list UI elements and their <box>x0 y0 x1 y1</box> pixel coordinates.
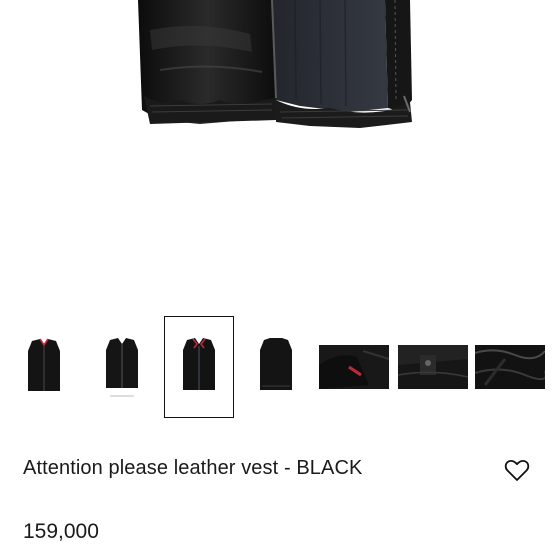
vest-front-thumbnail <box>28 338 60 391</box>
vest-back-thumbnail <box>260 338 292 390</box>
vest-front-open-thumbnail <box>183 338 215 390</box>
product-title: Attention please leather vest - BLACK <box>23 457 363 479</box>
pocket-detail-thumbnail <box>398 345 468 389</box>
thumbnail-1[interactable] <box>14 316 74 418</box>
product-price: 159,000 <box>23 520 99 543</box>
heart-icon <box>504 459 530 481</box>
thumbnail-3[interactable] <box>164 316 234 418</box>
wishlist-heart-icon[interactable] <box>503 456 531 484</box>
leather-texture-thumbnail <box>475 345 545 389</box>
thumbnail-7[interactable] <box>474 316 546 418</box>
thumbnail-4[interactable] <box>246 316 306 418</box>
vest-front-thumbnail <box>106 338 138 397</box>
collar-detail-thumbnail <box>319 345 389 389</box>
thumbnail-gallery <box>0 316 554 418</box>
thumbnail-5[interactable] <box>318 316 390 418</box>
product-main-image[interactable] <box>0 0 554 140</box>
thumbnail-6[interactable] <box>397 316 469 418</box>
thumbnail-2[interactable] <box>92 316 152 418</box>
